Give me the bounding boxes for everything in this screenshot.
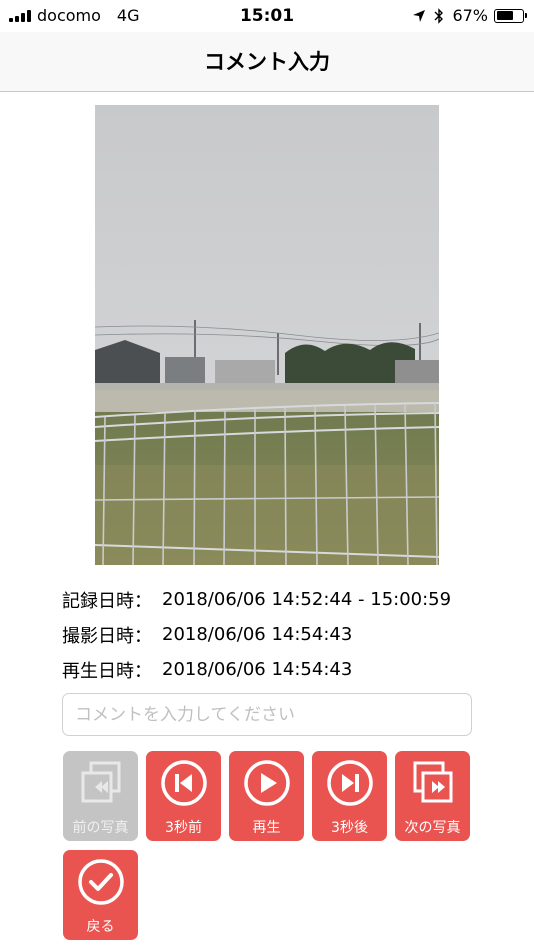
skip-forward-icon (326, 759, 374, 807)
next-photo-icon (409, 759, 457, 807)
return-button[interactable]: 戻る (63, 850, 138, 940)
play-button[interactable]: 再生 (229, 751, 304, 841)
shoot-datetime-row: 撮影日時： 2018/06/06 14:54:43 (62, 617, 502, 652)
battery-fill (496, 11, 514, 20)
next-photo-button[interactable]: 次の写真 (395, 751, 470, 841)
nav-bar: コメント入力 (0, 32, 534, 92)
forward-3sec-button[interactable]: 3秒後 (312, 751, 387, 841)
next-photo-label: 次の写真 (404, 820, 461, 836)
forward-3sec-label: 3秒後 (331, 820, 368, 836)
battery-percent: 67% (452, 6, 488, 25)
page-title: コメント入力 (204, 50, 330, 74)
comment-input[interactable] (62, 693, 472, 736)
shoot-datetime-value: 2018/06/06 14:54:43 (162, 624, 353, 645)
return-label: 戻る (86, 919, 115, 935)
play-icon (243, 759, 291, 807)
status-right: 67% (412, 6, 527, 25)
photo-image (95, 105, 439, 565)
play-datetime-label: 再生日時： (62, 660, 152, 682)
prev-photo-label: 前の写真 (72, 820, 129, 836)
location-arrow-icon (413, 9, 426, 22)
photo-preview (95, 105, 439, 565)
back-3sec-button[interactable]: 3秒前 (146, 751, 221, 841)
bluetooth-icon (434, 7, 444, 24)
record-datetime-row: 記録日時： 2018/06/06 14:52:44 - 15:00:59 (62, 582, 502, 617)
record-datetime-label: 記録日時： (62, 590, 152, 612)
prev-photo-button[interactable]: 前の写真 (63, 751, 138, 841)
play-datetime-row: 再生日時： 2018/06/06 14:54:43 (62, 652, 502, 687)
shoot-datetime-label: 撮影日時： (62, 625, 152, 647)
checkmark-icon (77, 858, 125, 906)
record-datetime-value: 2018/06/06 14:52:44 - 15:00:59 (162, 589, 452, 610)
skip-back-icon (160, 759, 208, 807)
battery-icon (494, 8, 527, 23)
photo-info: 記録日時： 2018/06/06 14:52:44 - 15:00:59 撮影日… (62, 582, 502, 687)
status-bar: docomo 4G 15:01 67% (0, 0, 534, 32)
play-label: 再生 (252, 820, 281, 836)
back-3sec-label: 3秒前 (165, 820, 202, 836)
prev-photo-icon (77, 759, 125, 807)
play-datetime-value: 2018/06/06 14:54:43 (162, 659, 353, 680)
